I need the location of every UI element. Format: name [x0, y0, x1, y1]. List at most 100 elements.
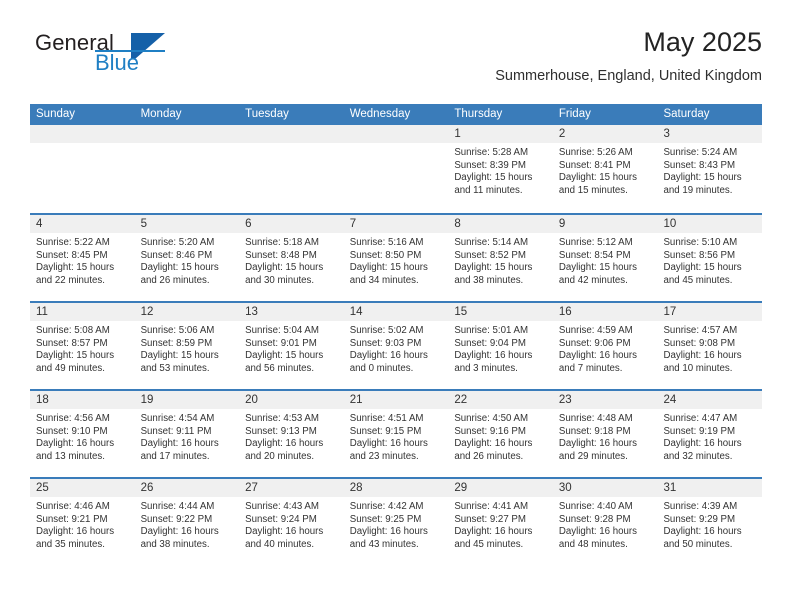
day-cell[interactable]: 22 Sunrise: 4:50 AM Sunset: 9:16 PM Dayligh…	[448, 391, 553, 477]
sunrise-text: Sunrise: 5:10 AM	[663, 237, 738, 248]
sunrise-text: Sunrise: 5:18 AM	[245, 237, 319, 248]
daylight-text-line1: Daylight: 16 hours	[558, 526, 637, 538]
sunrise-text: Sunrise: 5:22 AM	[36, 237, 110, 248]
day-cell[interactable]: 13 Sunrise: 5:04 AM Sunset: 9:01 PM Dayligh…	[239, 303, 344, 389]
day-cell[interactable]: 27 Sunrise: 4:43 AM Sunset: 9:24 PM Dayligh…	[239, 479, 344, 565]
weekday-tuesday: Tuesday	[245, 108, 289, 120]
daylight-text-line1: Daylight: 15 hours	[245, 350, 324, 362]
day-number: 23	[552, 391, 658, 409]
daylight-text-line2: and 40 minutes.	[245, 538, 315, 550]
day-number: 18	[30, 391, 135, 409]
daylight-text-line2: and 11 minutes.	[454, 184, 523, 196]
day-cell[interactable]: 7 Sunrise: 5:16 AM Sunset: 8:50 PM Daylight…	[343, 215, 449, 301]
day-number: 27	[239, 479, 344, 497]
daylight-text-line1: Daylight: 15 hours	[454, 172, 533, 184]
daylight-text-line1: Daylight: 16 hours	[349, 350, 428, 362]
day-details: Sunrise: 5:02 AM Sunset: 9:03 PM Daylight:…	[344, 321, 449, 375]
daylight-text-line1: Daylight: 16 hours	[245, 526, 324, 538]
day-cell[interactable]: 25 Sunrise: 4:46 AM Sunset: 9:21 PM Dayligh…	[30, 479, 135, 565]
weekday-monday: Monday	[140, 108, 182, 120]
daylight-text-line2: and 35 minutes.	[36, 538, 105, 550]
day-cell[interactable]: 14 Sunrise: 5:02 AM Sunset: 9:03 PM Dayligh…	[343, 303, 449, 389]
sunset-text: Sunset: 8:56 PM	[663, 249, 736, 261]
day-cell[interactable]: 1 Sunrise: 5:28 AM Sunset: 8:39 PM Daylight…	[448, 125, 553, 213]
day-number: 4	[30, 215, 135, 233]
daylight-text-line1: Daylight: 16 hours	[454, 350, 533, 362]
sunrise-text: Sunrise: 4:44 AM	[140, 501, 215, 512]
day-details: Sunrise: 4:57 AM Sunset: 9:08 PM Daylight:…	[657, 321, 762, 375]
daylight-text-line1: Daylight: 16 hours	[140, 526, 219, 538]
day-cell[interactable]: 17 Sunrise: 4:57 AM Sunset: 9:08 PM Dayligh…	[657, 303, 763, 389]
sunset-text: Sunset: 9:22 PM	[140, 513, 213, 525]
day-number: 12	[134, 303, 240, 321]
brand-logo[interactable]: General Blue	[35, 30, 235, 78]
day-cell[interactable]: 11 Sunrise: 5:08 AM Sunset: 8:57 PM Dayligh…	[30, 303, 135, 389]
day-cell[interactable]: 6 Sunrise: 5:18 AM Sunset: 8:48 PM Daylight…	[239, 215, 344, 301]
week-row: 1 Sunrise: 5:28 AM Sunset: 8:39 PM Daylight…	[30, 125, 763, 213]
daylight-text-line1: Daylight: 16 hours	[349, 438, 428, 450]
day-cell[interactable]: 2 Sunrise: 5:26 AM Sunset: 8:41 PM Daylight…	[552, 125, 658, 213]
sunset-text: Sunset: 9:28 PM	[558, 513, 631, 525]
daylight-text-line1: Daylight: 15 hours	[245, 262, 324, 274]
sunset-text: Sunset: 8:50 PM	[349, 249, 422, 261]
daylight-text-line1: Daylight: 16 hours	[36, 526, 115, 538]
sunrise-text: Sunrise: 5:06 AM	[140, 325, 215, 336]
day-cell-empty	[239, 125, 344, 213]
day-number: 15	[448, 303, 553, 321]
day-number: 26	[134, 479, 240, 497]
day-details: Sunrise: 5:18 AM Sunset: 8:48 PM Daylight:…	[239, 233, 344, 287]
day-number: 19	[134, 391, 240, 409]
day-cell[interactable]: 9 Sunrise: 5:12 AM Sunset: 8:54 PM Daylight…	[552, 215, 658, 301]
sunrise-text: Sunrise: 5:04 AM	[245, 325, 319, 336]
day-cell[interactable]: 3 Sunrise: 5:24 AM Sunset: 8:43 PM Daylight…	[657, 125, 763, 213]
daylight-text-line2: and 20 minutes.	[245, 450, 315, 462]
sunset-text: Sunset: 9:19 PM	[663, 425, 736, 437]
daylight-text-line2: and 15 minutes.	[558, 184, 628, 196]
day-details: Sunrise: 4:42 AM Sunset: 9:25 PM Daylight:…	[344, 497, 449, 551]
day-cell[interactable]: 8 Sunrise: 5:14 AM Sunset: 8:52 PM Daylight…	[448, 215, 553, 301]
sunrise-text: Sunrise: 5:24 AM	[663, 147, 738, 158]
day-cell[interactable]: 29 Sunrise: 4:41 AM Sunset: 9:27 PM Dayligh…	[448, 479, 553, 565]
day-number: 1	[448, 125, 553, 143]
week-row: 25 Sunrise: 4:46 AM Sunset: 9:21 PM Dayligh…	[30, 477, 763, 565]
sunset-text: Sunset: 9:11 PM	[140, 425, 212, 437]
day-cell[interactable]: 19 Sunrise: 4:54 AM Sunset: 9:11 PM Dayligh…	[134, 391, 240, 477]
day-cell[interactable]: 26 Sunrise: 4:44 AM Sunset: 9:22 PM Dayligh…	[134, 479, 240, 565]
daylight-text-line2: and 56 minutes.	[245, 362, 315, 374]
sunrise-text: Sunrise: 4:50 AM	[454, 413, 529, 424]
daylight-text-line2: and 45 minutes.	[454, 538, 524, 550]
daylight-text-line2: and 23 minutes.	[349, 450, 419, 462]
day-details: Sunrise: 4:48 AM Sunset: 9:18 PM Daylight:…	[553, 409, 658, 463]
daylight-text-line1: Daylight: 16 hours	[558, 438, 637, 450]
day-number: 11	[30, 303, 135, 321]
day-cell[interactable]: 31 Sunrise: 4:39 AM Sunset: 9:29 PM Dayligh…	[657, 479, 763, 565]
day-cell[interactable]: 10 Sunrise: 5:10 AM Sunset: 8:56 PM Dayligh…	[657, 215, 763, 301]
day-cell[interactable]: 20 Sunrise: 4:53 AM Sunset: 9:13 PM Dayligh…	[239, 391, 344, 477]
day-cell[interactable]: 28 Sunrise: 4:42 AM Sunset: 9:25 PM Dayligh…	[343, 479, 449, 565]
daylight-text-line1: Daylight: 15 hours	[454, 262, 533, 274]
day-cell-empty	[343, 125, 449, 213]
daylight-text-line1: Daylight: 16 hours	[663, 526, 742, 538]
weekday-friday: Friday	[558, 108, 591, 120]
day-cell[interactable]: 15 Sunrise: 5:01 AM Sunset: 9:04 PM Dayligh…	[448, 303, 553, 389]
day-cell[interactable]: 5 Sunrise: 5:20 AM Sunset: 8:46 PM Daylight…	[134, 215, 240, 301]
weekday-wednesday: Wednesday	[349, 108, 411, 120]
day-number: 13	[239, 303, 344, 321]
sunrise-text: Sunrise: 4:41 AM	[454, 501, 529, 512]
day-details: Sunrise: 5:01 AM Sunset: 9:04 PM Daylight:…	[448, 321, 553, 375]
day-cell[interactable]: 4 Sunrise: 5:22 AM Sunset: 8:45 PM Daylight…	[30, 215, 135, 301]
day-cell[interactable]: 18 Sunrise: 4:56 AM Sunset: 9:10 PM Dayligh…	[30, 391, 135, 477]
sunrise-text: Sunrise: 5:14 AM	[454, 237, 529, 248]
day-cell[interactable]: 16 Sunrise: 4:59 AM Sunset: 9:06 PM Dayligh…	[552, 303, 658, 389]
daylight-text-line1: Daylight: 15 hours	[558, 172, 637, 184]
day-cell[interactable]: 23 Sunrise: 4:48 AM Sunset: 9:18 PM Dayligh…	[552, 391, 658, 477]
day-cell[interactable]: 21 Sunrise: 4:51 AM Sunset: 9:15 PM Dayligh…	[343, 391, 449, 477]
day-cell[interactable]: 30 Sunrise: 4:40 AM Sunset: 9:28 PM Dayligh…	[552, 479, 658, 565]
daylight-text-line1: Daylight: 15 hours	[36, 350, 115, 362]
sunset-text: Sunset: 9:13 PM	[245, 425, 317, 437]
daylight-text-line2: and 19 minutes.	[663, 184, 733, 196]
day-cell[interactable]: 24 Sunrise: 4:47 AM Sunset: 9:19 PM Dayligh…	[657, 391, 763, 477]
daylight-text-line2: and 38 minutes.	[140, 538, 210, 550]
day-number: 7	[343, 215, 449, 233]
day-cell[interactable]: 12 Sunrise: 5:06 AM Sunset: 8:59 PM Dayligh…	[134, 303, 240, 389]
